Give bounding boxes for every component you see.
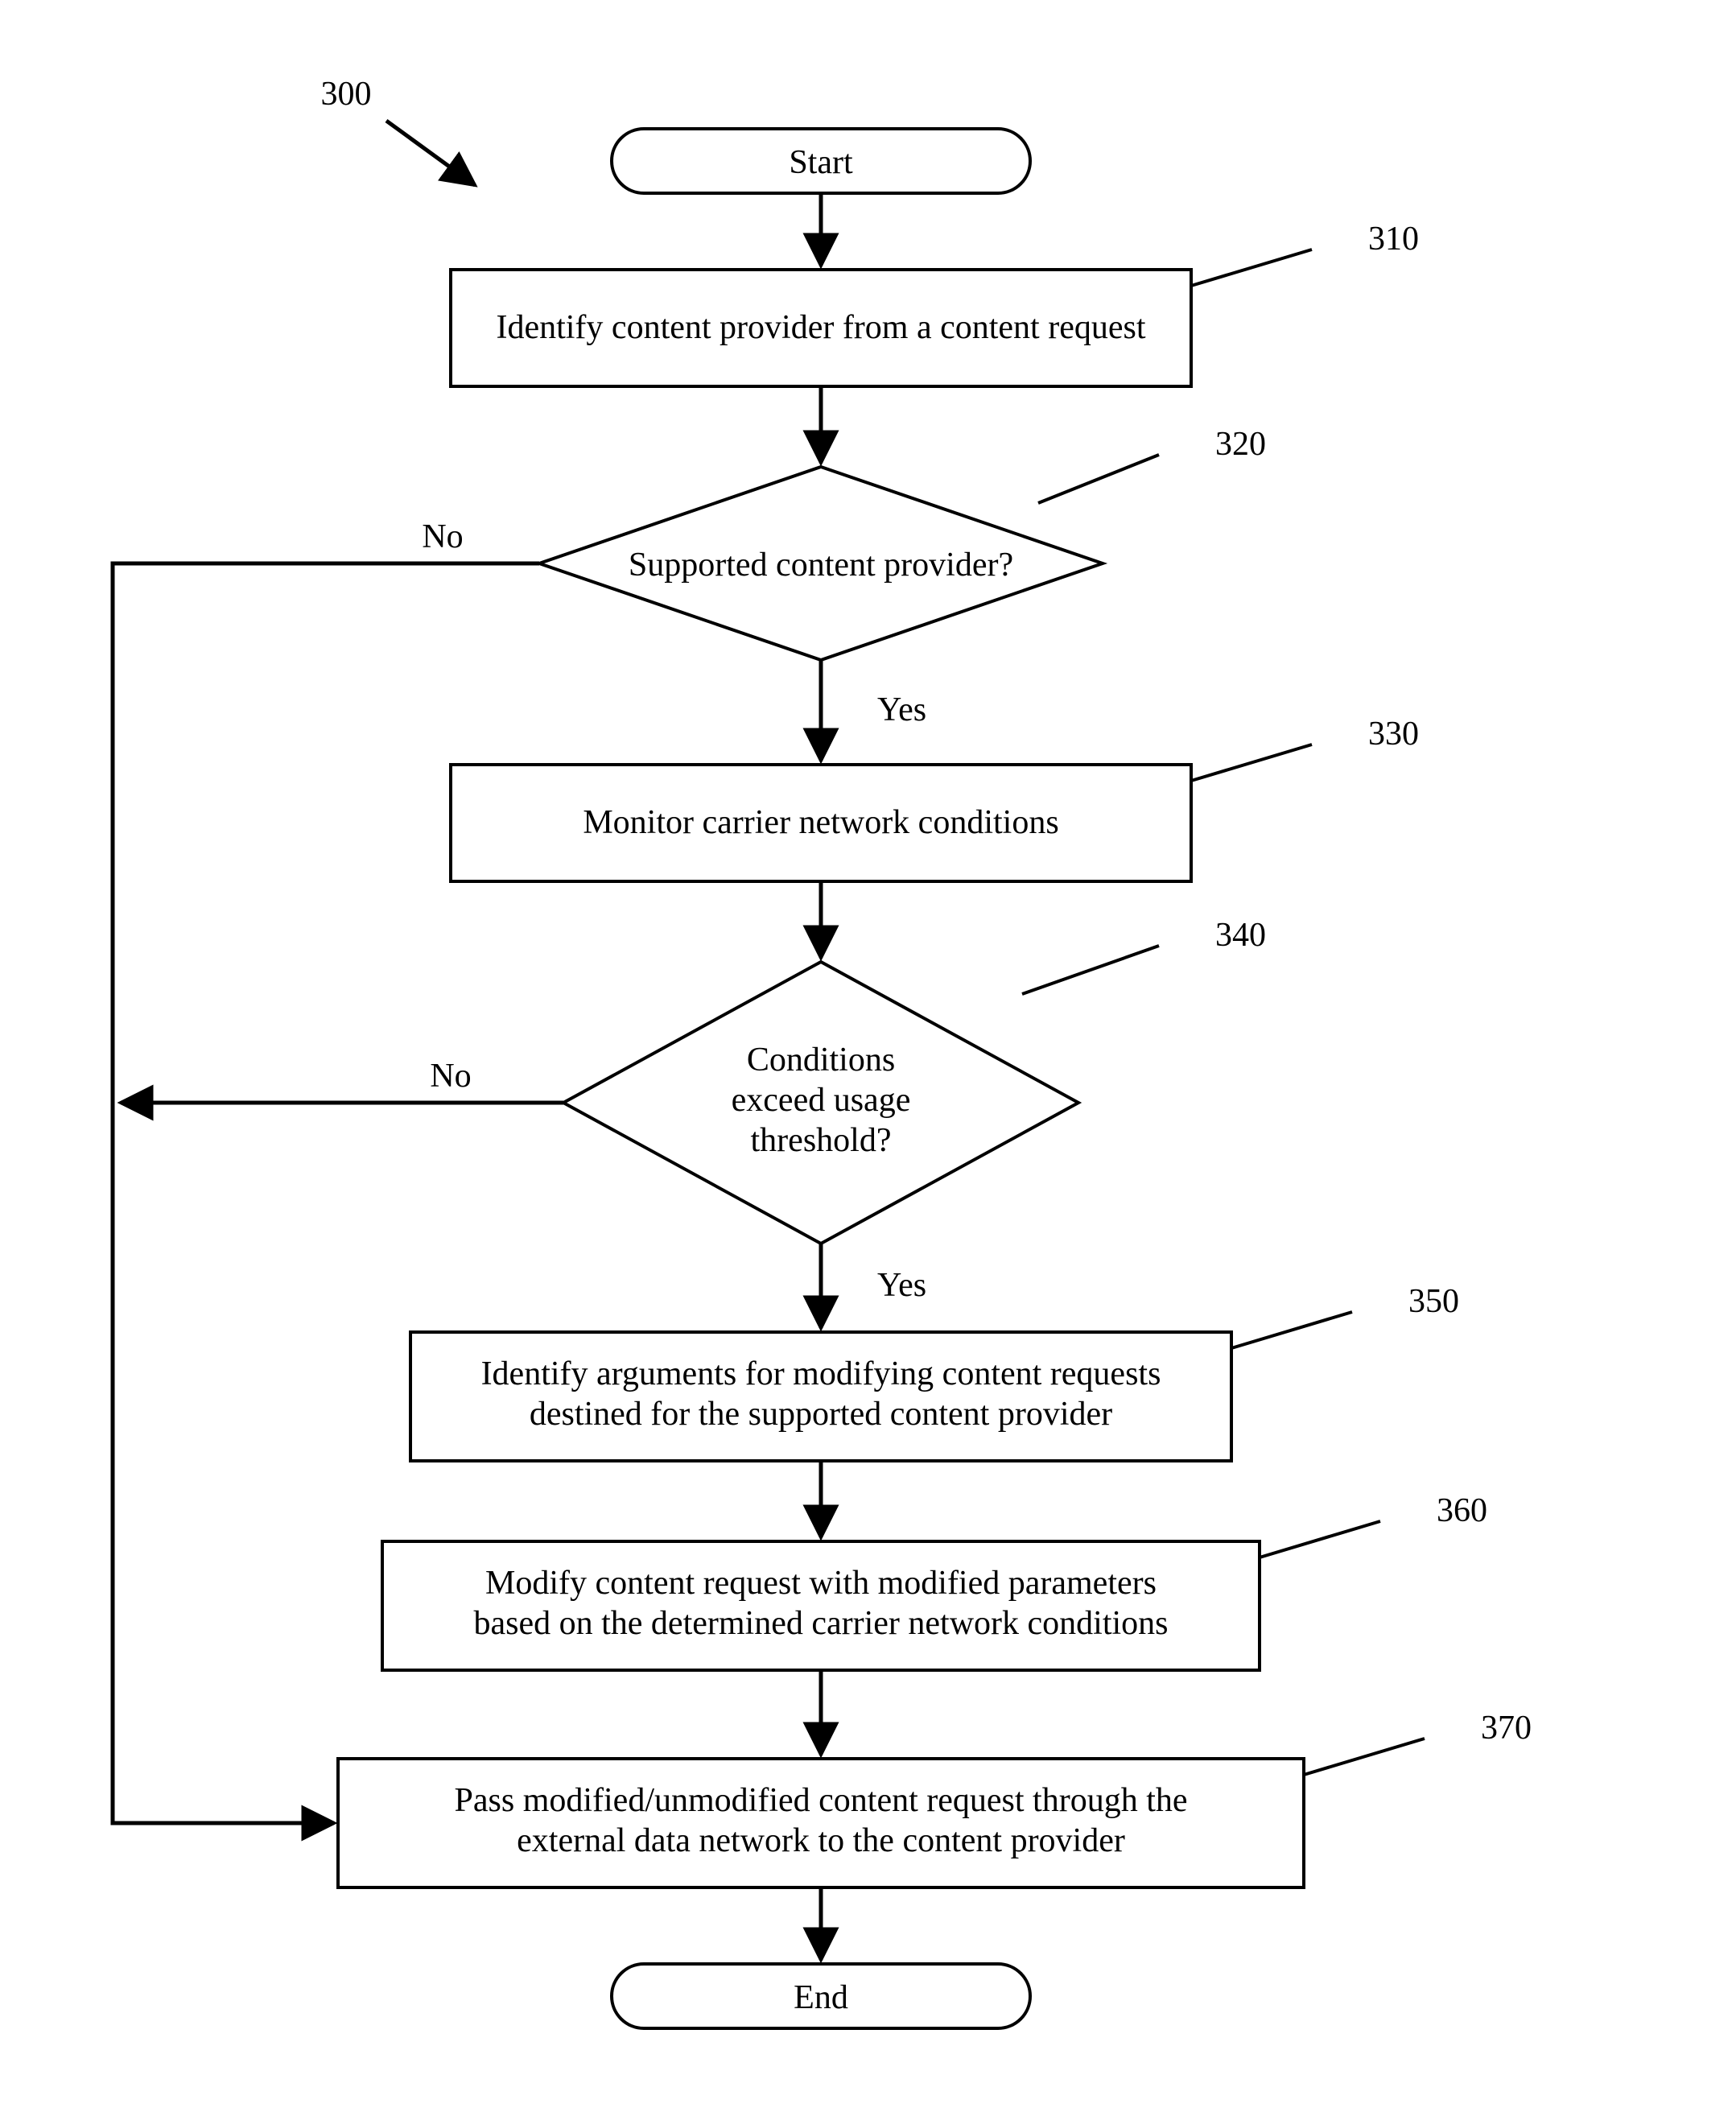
process-350: Identify arguments for modifying content… <box>410 1332 1231 1461</box>
edge-320-no <box>113 563 539 1384</box>
ref-350-leader <box>1231 1312 1352 1348</box>
edge-340-yes-label: Yes <box>877 1267 926 1304</box>
decision-320-text: Supported content provider? <box>629 547 1013 584</box>
ref-340: 340 <box>1215 917 1266 954</box>
ref-330: 330 <box>1368 716 1419 753</box>
edge-340-no-label: No <box>430 1058 471 1095</box>
left-bus-to-370 <box>113 1384 334 1823</box>
ref-310: 310 <box>1368 221 1419 258</box>
process-360-line1: Modify content request with modified par… <box>485 1565 1157 1602</box>
ref-320-leader <box>1038 455 1159 503</box>
decision-340: Conditions exceed usage threshold? <box>563 962 1078 1244</box>
ref-320: 320 <box>1215 426 1266 463</box>
process-350-line2: destined for the supported content provi… <box>530 1396 1112 1433</box>
decision-340-line1: Conditions <box>747 1042 895 1079</box>
ref-360: 360 <box>1437 1492 1487 1529</box>
process-360: Modify content request with modified par… <box>382 1541 1260 1670</box>
start-label: Start <box>789 144 853 181</box>
ref-330-leader <box>1191 745 1312 781</box>
end-label: End <box>794 1979 848 2016</box>
process-350-line1: Identify arguments for modifying content… <box>481 1355 1161 1392</box>
ref-340-leader <box>1022 946 1159 994</box>
process-310-text: Identify content provider from a content… <box>496 309 1145 346</box>
ref-350: 350 <box>1408 1283 1459 1320</box>
process-330: Monitor carrier network conditions <box>451 765 1191 881</box>
process-370: Pass modified/unmodified content request… <box>338 1759 1304 1887</box>
ref-370: 370 <box>1481 1710 1532 1747</box>
process-370-line1: Pass modified/unmodified content request… <box>455 1782 1188 1819</box>
start-node: Start <box>612 129 1030 193</box>
edge-320-no-label: No <box>422 518 463 555</box>
figure-ref-300: 300 <box>321 76 372 113</box>
process-370-line2: external data network to the content pro… <box>517 1822 1125 1859</box>
figure-ref-arrow <box>386 121 475 185</box>
ref-310-leader <box>1191 250 1312 286</box>
process-330-text: Monitor carrier network conditions <box>583 804 1058 841</box>
ref-370-leader <box>1304 1739 1425 1775</box>
decision-340-line3: threshold? <box>751 1122 892 1159</box>
ref-360-leader <box>1260 1521 1380 1557</box>
process-360-line2: based on the determined carrier network … <box>473 1605 1168 1642</box>
flowchart-diagram: 300 Start Identify content provider from… <box>0 0 1736 2108</box>
decision-340-line2: exceed usage <box>732 1082 911 1119</box>
edge-320-yes-label: Yes <box>877 691 926 728</box>
end-node: End <box>612 1964 1030 2028</box>
decision-320: Supported content provider? <box>539 467 1103 660</box>
process-310: Identify content provider from a content… <box>451 270 1191 386</box>
